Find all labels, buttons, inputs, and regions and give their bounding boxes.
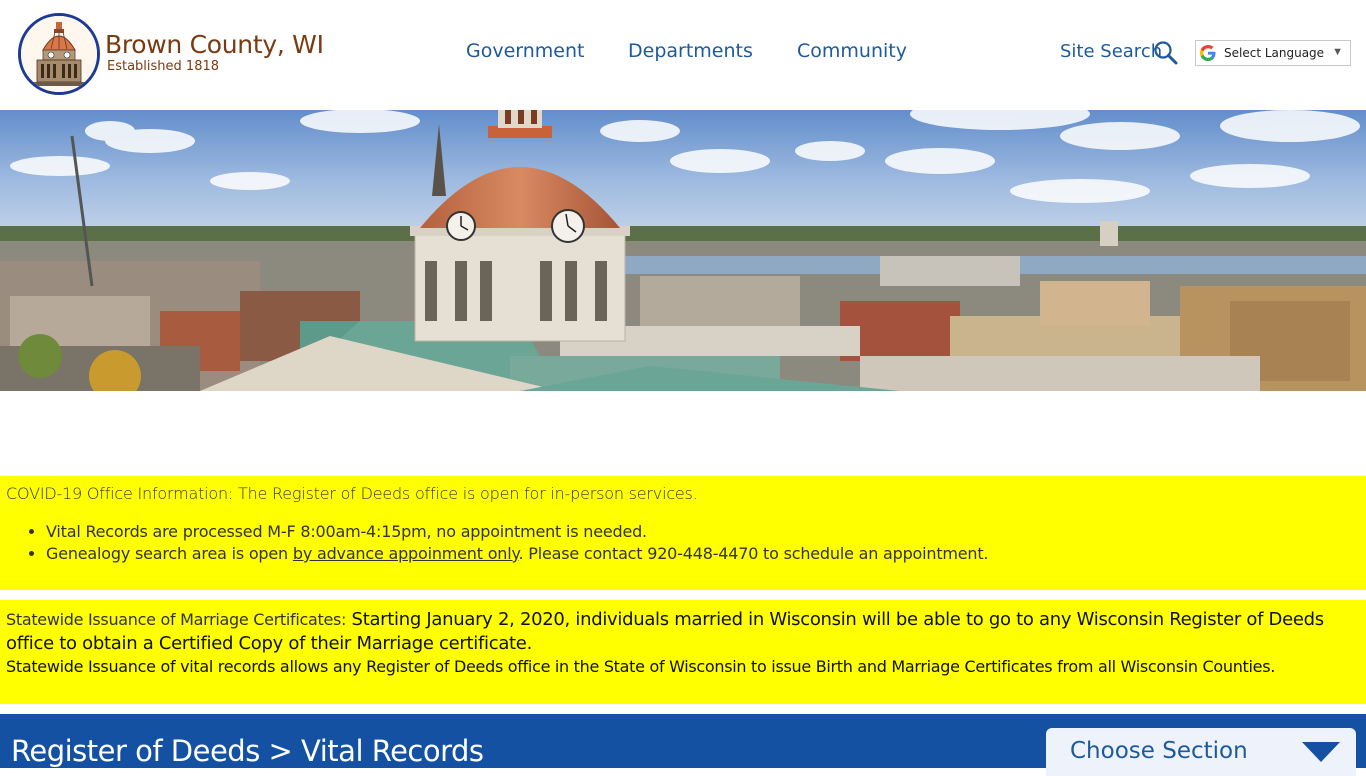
site-name[interactable]: Brown County, WI (105, 30, 324, 59)
list-item: Genealogy search area is open by advance… (46, 543, 1360, 565)
hero-banner (0, 86, 1366, 391)
choose-section-label: Choose Section (1070, 738, 1248, 764)
nav-departments[interactable]: Departments (628, 40, 753, 62)
language-selector[interactable]: Select Language ▼ (1195, 40, 1351, 66)
list-item: Vital Records are processed M-F 8:00am-4… (46, 521, 1360, 543)
established-tagline: Established 1818 (107, 59, 220, 74)
nav-community[interactable]: Community (797, 40, 907, 62)
nav-government[interactable]: Government (466, 40, 585, 62)
caret-down-icon: ▼ (1332, 46, 1343, 58)
chevron-down-icon (1302, 742, 1340, 762)
statewide-notice-detail: Statewide Issuance of vital records allo… (6, 657, 1276, 676)
genealogy-text-before: Genealogy search area is open (46, 544, 293, 563)
language-label: Select Language (1224, 46, 1325, 60)
page-title: Register of Deeds > Vital Records (11, 734, 484, 768)
vital-records-hours: Vital Records are processed M-F 8:00am-4… (46, 522, 647, 541)
genealogy-text-after: . Please contact 920-448-4470 to schedul… (518, 544, 989, 563)
page-title-bar: Register of Deeds > Vital Records Choose… (0, 714, 1366, 776)
courthouse-seal-icon (21, 16, 97, 92)
choose-section-dropdown[interactable]: Choose Section (1046, 728, 1356, 776)
search-icon[interactable] (1153, 40, 1179, 66)
advance-appointment-link[interactable]: by advance appoinment only (293, 544, 519, 563)
site-search-link[interactable]: Site Search (1060, 41, 1162, 62)
google-icon (1200, 45, 1216, 61)
covid-notice-list: Vital Records are processed M-F 8:00am-4… (6, 521, 1360, 565)
covid-notice-heading: COVID-19 Office Information: The Registe… (6, 484, 698, 503)
courthouse-skyline-image (0, 86, 1366, 391)
statewide-notice-paragraph: Statewide Issuance of Marriage Certifica… (6, 608, 1360, 656)
statewide-notice-label: Statewide Issuance of Marriage Certifica… (6, 610, 347, 629)
statewide-notice: Statewide Issuance of Marriage Certifica… (0, 600, 1366, 704)
site-header: Brown County, WI Established 1818 Govern… (0, 0, 1366, 110)
covid-notice: COVID-19 Office Information: The Registe… (0, 476, 1366, 590)
county-seal-logo[interactable] (18, 13, 100, 95)
